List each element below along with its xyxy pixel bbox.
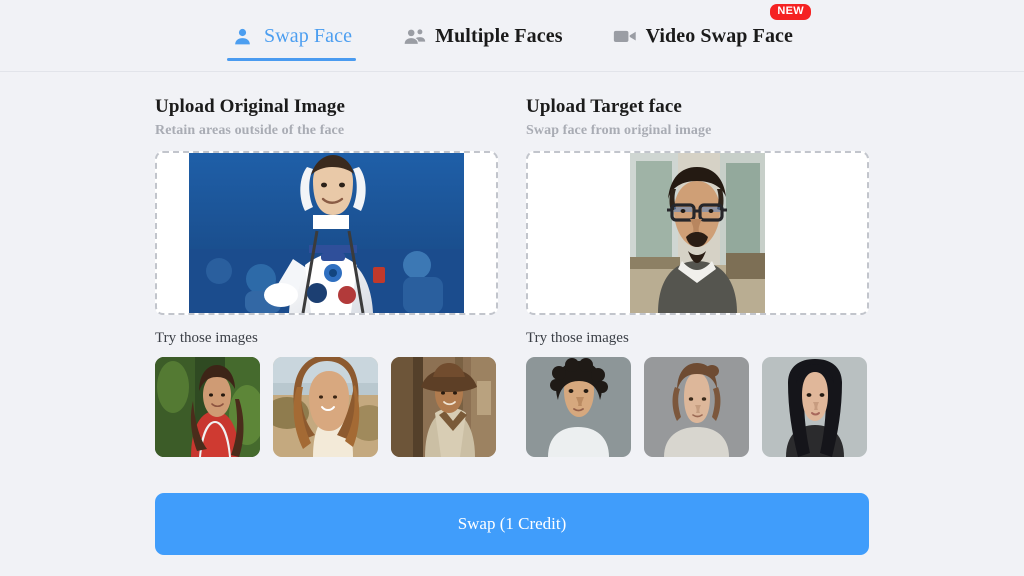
tab-swap-face[interactable]: Swap Face <box>226 0 357 72</box>
thumbnail-woman-red-dress[interactable] <box>155 357 260 457</box>
video-camera-icon <box>613 24 637 48</box>
target-title: Upload Target face <box>526 96 682 117</box>
target-thumbnail-list <box>526 357 869 457</box>
original-thumbnail-list <box>155 357 498 457</box>
original-try-label: Try those images <box>155 330 258 346</box>
target-face-preview <box>630 153 765 313</box>
tab-video-swap-face[interactable]: Video Swap Face NEW <box>609 0 811 72</box>
thumbnail-young-woman-updo[interactable] <box>644 357 749 457</box>
thumbnail-woman-black-hair[interactable] <box>762 357 867 457</box>
upload-columns: Upload Original Image Retain areas outsi… <box>155 96 869 457</box>
tab-label: Video Swap Face <box>645 24 793 47</box>
main-content: Upload Original Image Retain areas outsi… <box>0 72 1024 555</box>
target-face-column: Upload Target face Swap face from origin… <box>526 96 869 457</box>
active-tab-underline <box>226 58 357 61</box>
target-subtitle: Swap face from original image <box>526 123 712 138</box>
new-badge: NEW <box>770 4 811 20</box>
original-image-preview <box>189 153 464 313</box>
single-person-icon <box>231 24 255 48</box>
original-image-dropzone[interactable] <box>155 151 498 315</box>
original-subtitle: Retain areas outside of the face <box>155 123 345 138</box>
thumbnail-cowboy[interactable] <box>391 357 496 457</box>
swap-action-area: Swap (1 Credit) <box>155 493 869 555</box>
target-try-label: Try those images <box>526 330 629 346</box>
swap-button[interactable]: Swap (1 Credit) <box>155 493 869 555</box>
tab-bar: Swap Face Multiple Faces Video Swap Face… <box>0 0 1024 72</box>
tab-multiple-faces[interactable]: Multiple Faces <box>398 0 566 72</box>
tab-label: Multiple Faces <box>435 24 563 47</box>
tab-list: Swap Face Multiple Faces Video Swap Face… <box>226 0 811 72</box>
original-image-column: Upload Original Image Retain areas outsi… <box>155 96 498 457</box>
original-title: Upload Original Image <box>155 96 346 117</box>
multiple-people-icon <box>402 24 426 48</box>
thumbnail-woman-beach[interactable] <box>273 357 378 457</box>
thumbnail-curly-haired-man[interactable] <box>526 357 631 457</box>
tab-label: Swap Face <box>263 24 353 47</box>
target-face-dropzone[interactable] <box>526 151 869 315</box>
